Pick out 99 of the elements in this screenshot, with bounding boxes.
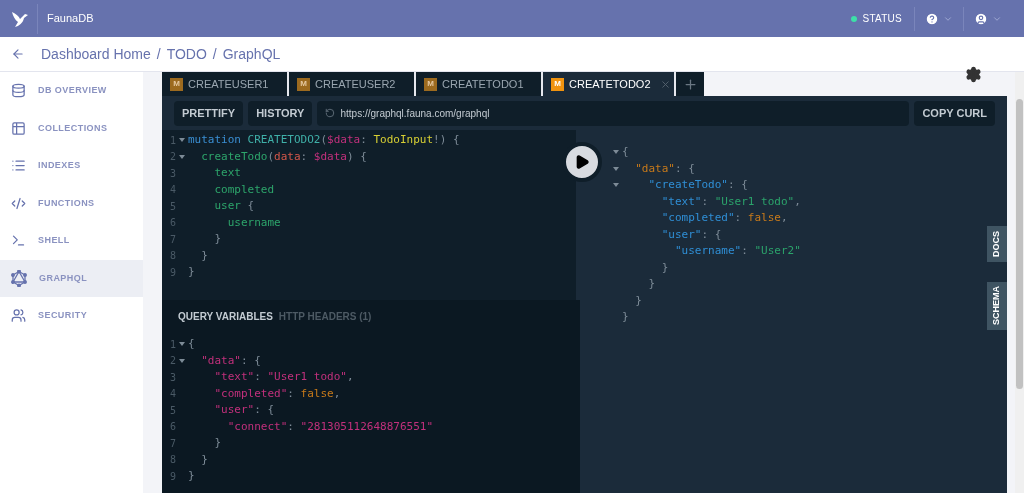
- line-number: 8: [168, 249, 176, 264]
- breadcrumb-separator: /: [156, 44, 161, 64]
- sidebar-icon: [11, 308, 26, 324]
- breadcrumb-link[interactable]: TODO: [166, 43, 207, 65]
- query-tab[interactable]: M CREATETODO2: [543, 72, 676, 96]
- line-number: 2: [168, 150, 176, 165]
- line-number: 1: [168, 337, 176, 352]
- copy-curl-button[interactable]: COPY CURL: [914, 100, 995, 126]
- code-line: "user": {: [660, 226, 722, 243]
- side-tab[interactable]: DOCS: [987, 226, 1007, 262]
- variables-editor[interactable]: 1 { 2 "data": { 3 "text": "User1 todo", 4 "completed": false, 5 "user": { 6 "connect": "281305112648876551" 7 } 8 } 9 }: [162, 332, 580, 493]
- help-icon: [925, 11, 939, 26]
- code-line: "data": {: [634, 160, 695, 177]
- sidebar-icon: [11, 158, 26, 174]
- query-tab[interactable]: M CREATETODO1: [416, 72, 543, 96]
- code-line: }: [200, 451, 208, 468]
- code-line: }: [213, 435, 222, 451]
- toolbar-button[interactable]: HISTORY: [248, 100, 313, 126]
- fold-icon[interactable]: [613, 150, 619, 155]
- code-line: createTodo(data: $data) {: [200, 148, 367, 165]
- code-line: "connect": "281305112648876551": [226, 418, 434, 435]
- side-tab[interactable]: SCHEMA: [987, 282, 1007, 330]
- line-number: 4: [168, 387, 176, 402]
- sidebar-icon: [11, 195, 26, 211]
- sidebar-icon: [11, 83, 26, 99]
- bird-logo-icon: [11, 9, 29, 28]
- sidebar-item[interactable]: COLLECTIONS: [0, 109, 143, 147]
- fold-icon[interactable]: [613, 166, 619, 171]
- line-number: 3: [168, 370, 176, 385]
- code-line: }: [634, 292, 642, 309]
- code-line: text: [213, 165, 241, 181]
- code-line: "data": {: [200, 352, 261, 369]
- fold-icon[interactable]: [179, 138, 185, 143]
- fold-icon[interactable]: [179, 358, 185, 363]
- toolbar-button[interactable]: PRETTIFY: [174, 100, 244, 126]
- code-line: completed: [213, 181, 275, 198]
- code-line: }: [188, 264, 195, 280]
- line-number: 7: [168, 232, 176, 247]
- code-line: }: [188, 468, 195, 484]
- code-line: }: [200, 247, 208, 264]
- fold-icon[interactable]: [179, 342, 185, 347]
- sidebar-item[interactable]: SECURITY: [0, 297, 143, 335]
- fold-icon[interactable]: [613, 183, 619, 188]
- breadcrumb-link[interactable]: GraphQL: [222, 43, 281, 65]
- app-title: FaunaDB: [47, 11, 94, 27]
- code-line: "completed": false,: [213, 385, 341, 402]
- back-arrow-icon[interactable]: [11, 47, 25, 61]
- code-line: "text": "User1 todo",: [660, 193, 801, 210]
- line-number: 6: [168, 216, 176, 231]
- play-icon: [574, 154, 590, 170]
- sidebar-icon: [11, 120, 26, 136]
- line-number: 7: [168, 436, 176, 451]
- tab-badge: M: [297, 77, 310, 91]
- variables-tab[interactable]: QUERY VARIABLES: [178, 308, 273, 324]
- code-line: }: [622, 309, 629, 325]
- line-number: 2: [168, 354, 176, 369]
- code-line: "completed": false,: [660, 210, 788, 226]
- sidebar-item[interactable]: SHELL: [0, 222, 143, 260]
- user-icon: [974, 11, 988, 26]
- line-number: 5: [168, 403, 176, 418]
- code-line: "username": "User2": [673, 243, 801, 259]
- line-number: 3: [168, 166, 176, 181]
- code-line: user {: [213, 198, 255, 214]
- sidebar-item[interactable]: FUNCTIONS: [0, 184, 143, 222]
- code-line: }: [660, 259, 669, 276]
- settings-icon[interactable]: [965, 66, 982, 83]
- breadcrumb-separator: /: [212, 44, 217, 64]
- sidebar-item[interactable]: INDEXES: [0, 147, 143, 185]
- query-tab[interactable]: M CREATEUSER1: [162, 72, 289, 96]
- tab-badge: M: [424, 77, 437, 91]
- code-line: }: [647, 276, 656, 292]
- sidebar-item[interactable]: DB OVERVIEW: [0, 72, 143, 110]
- add-tab-button[interactable]: [676, 72, 704, 96]
- line-number: 5: [168, 199, 176, 214]
- fold-icon[interactable]: [179, 154, 185, 159]
- graphql-icon: [11, 269, 27, 287]
- plus-icon: [682, 76, 698, 92]
- tab-badge: M: [170, 77, 183, 91]
- line-number: 4: [168, 183, 176, 198]
- line-number: 8: [168, 453, 176, 468]
- code-line: "createTodo": {: [647, 177, 748, 193]
- tab-badge: M: [551, 77, 564, 91]
- line-number: 9: [168, 469, 176, 484]
- code-line: {: [188, 336, 195, 352]
- code-line: }: [213, 231, 222, 247]
- code-line: "text": "User1 todo",: [213, 369, 354, 385]
- url-field[interactable]: https://graphql.fauna.com/graphql: [317, 100, 910, 126]
- code-line: mutation CREATETODO2($data: TodoInput!) {: [188, 132, 460, 148]
- line-number: 9: [168, 265, 176, 280]
- code-line: {: [622, 144, 629, 160]
- line-number: 6: [168, 420, 176, 435]
- status-link[interactable]: STATUS: [862, 11, 902, 26]
- code-line: "user": {: [213, 402, 275, 418]
- query-tab[interactable]: M CREATEUSER2: [289, 72, 416, 96]
- line-number: 1: [168, 133, 176, 148]
- breadcrumb-link[interactable]: Dashboard Home: [41, 43, 151, 65]
- code-line: username: [226, 214, 281, 231]
- sidebar-icon: [11, 233, 26, 249]
- history-icon: [325, 108, 336, 118]
